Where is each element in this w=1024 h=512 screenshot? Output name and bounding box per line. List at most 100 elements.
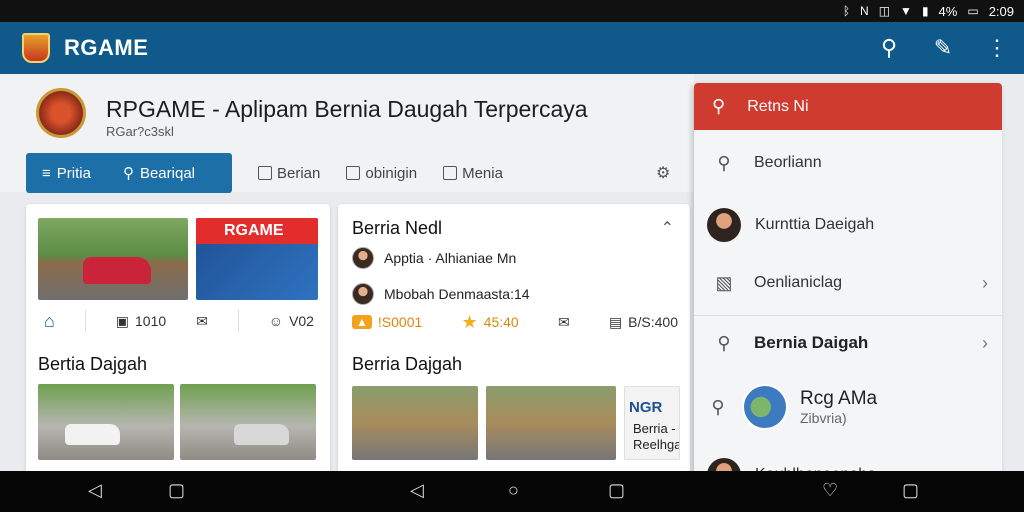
home-icon[interactable]: ⌂: [44, 311, 55, 332]
news-image-car[interactable]: [38, 218, 188, 300]
panel-header[interactable]: ⚲ Retns Ni: [694, 83, 1002, 130]
comment-icon[interactable]: ✉: [558, 314, 570, 331]
star-icon: ★: [461, 311, 478, 332]
panel-item-rcg[interactable]: ⚲ Rcg AMa Zibvria): [694, 379, 1002, 435]
tab-pritia[interactable]: ≡ Pritia: [26, 165, 107, 182]
news-thumb-2[interactable]: [180, 384, 316, 460]
recents-icon[interactable]: ▢: [608, 480, 625, 501]
tab-label: obinigin: [365, 164, 418, 182]
tab-bar: ≡ Pritia ⚲ Beariqal Berian obinigin Meni…: [26, 153, 503, 193]
data-icon: ▮: [921, 4, 929, 18]
vibrate-icon: ◫: [878, 4, 891, 18]
heart-icon[interactable]: ♡: [822, 480, 838, 501]
person-name: Mbobah Denmaasta:14: [384, 286, 530, 302]
battery-level: 4%: [938, 3, 958, 19]
news-thumb-1[interactable]: [38, 384, 174, 460]
panel-item-beorliann[interactable]: ⚲ Beorliann: [694, 143, 1002, 183]
nfc-icon: N: [860, 4, 869, 18]
page-title: RPGAME - Aplipam Bernia Daugah Terpercay…: [106, 96, 588, 122]
panel-item-label: Rcg AMa: [800, 388, 878, 409]
chevron-right-icon: ›: [982, 332, 988, 353]
stat-value: 1010: [135, 313, 167, 329]
stat-value: 45:40: [483, 314, 519, 330]
checkbox-icon: [258, 166, 272, 180]
app-logo: [22, 33, 50, 63]
gift-icon: ▧: [715, 272, 733, 293]
list-icon: ≡: [42, 164, 51, 182]
panel-item-text: Rcg AMa Zibvria): [800, 388, 877, 426]
news-thumb-4[interactable]: [486, 386, 616, 460]
system-nav-bar: ◁ ▢ ◁ ○ ▢ ♡ ▢: [0, 471, 1024, 512]
tab-label: Berian: [277, 164, 321, 182]
wifi-icon: ▼: [900, 4, 912, 18]
back-icon[interactable]: ◁: [88, 480, 102, 501]
side-panel: ⚲ Retns Ni ⚲ Beorliann Kurnttia Daeigah …: [694, 83, 1002, 483]
more-vert-icon[interactable]: ⋮: [984, 35, 1010, 61]
news-thumb-3[interactable]: [352, 386, 478, 460]
stat-share: ▤ B/S:400: [609, 314, 678, 331]
panel-item-oenlianiclag[interactable]: ▧ Oenlianiclag ›: [694, 263, 1002, 303]
banner-text: RGAME: [196, 218, 318, 244]
person-row[interactable]: Apptia · Alhianiae Mn: [352, 247, 516, 269]
panel-item-label: Oenlianiclag: [754, 274, 843, 291]
comment-icon[interactable]: ✉: [196, 313, 208, 330]
recents-icon[interactable]: ▢: [902, 480, 919, 501]
page-subtitle: RGar?c3skl: [106, 124, 174, 139]
tab-label: Menia: [462, 164, 503, 182]
card-stats: ▲ !S0001 ★ 45:40 ✉ ▤ B/S:400: [352, 310, 678, 334]
badge-icon: ▲: [352, 315, 372, 329]
avatar: [352, 283, 374, 305]
panel-header-label: Retns Ni: [747, 97, 809, 115]
settings-icon[interactable]: ⚙: [656, 163, 670, 183]
search-icon: ⚲: [712, 96, 726, 116]
avatar: [707, 208, 741, 242]
recents-icon[interactable]: ▢: [168, 480, 185, 501]
news-thumb-sign[interactable]: NGR Berria - Reelhga: [624, 386, 680, 460]
panel-item-kurnttia[interactable]: Kurnttia Daeigah: [694, 203, 1002, 247]
card-title: Berria Nedl: [352, 218, 443, 238]
bookmark-icon: ▤: [608, 313, 623, 330]
search-icon: ⚲: [711, 396, 725, 417]
tab-beariqal[interactable]: ⚲ Beariqal: [107, 164, 211, 183]
section-title: Bertia Dajgah: [38, 354, 148, 374]
search-icon: ⚲: [122, 165, 134, 182]
chat-icon[interactable]: ✎: [930, 35, 956, 61]
user-icon: ☺: [268, 313, 284, 329]
status-bar: ᛒ N ◫ ▼ ▮ 4% ▭ 2:09: [0, 0, 1024, 22]
section-title: Berria Dajgah: [352, 354, 463, 374]
seal-logo: [36, 88, 86, 138]
search-icon[interactable]: ⚲: [876, 35, 902, 61]
home-icon[interactable]: ○: [508, 480, 519, 501]
avatar: [352, 247, 374, 269]
app-bar: RGAME ⚲ ✎ ⋮: [0, 22, 1024, 74]
sign-line-2: Reelhga: [633, 437, 680, 452]
panel-item-bernia[interactable]: ⚲ Bernia Daigah ›: [694, 323, 1002, 363]
news-card-left[interactable]: RGAME ⌂ ▣ 1010 ✉ ☺ V02 Bertia Dajgah: [26, 204, 330, 474]
back-icon[interactable]: ◁: [410, 480, 424, 501]
stat-rating: ★ 45:40: [462, 312, 519, 333]
clock: 2:09: [988, 3, 1014, 19]
person-row[interactable]: Mbobah Denmaasta:14: [352, 283, 530, 305]
tab-obinigin[interactable]: obinigin: [346, 165, 417, 182]
search-icon: ⚲: [717, 332, 731, 353]
sign-title: NGR: [629, 399, 663, 416]
stat-value: V02: [289, 313, 314, 329]
divider: [84, 310, 86, 332]
battery-icon: ▭: [967, 4, 979, 18]
stat-views: ▣ 1010: [116, 313, 166, 330]
tab-berian[interactable]: Berian: [258, 165, 320, 182]
panel-item-label: Kurnttia Daeigah: [755, 216, 875, 233]
tab-group-active: ≡ Pritia ⚲ Beariqal: [26, 153, 232, 193]
person-name: Apptia · Alhianiae Mn: [384, 250, 517, 266]
tab-menia[interactable]: Menia: [443, 165, 503, 182]
sign-text: Berria - Reelhga: [633, 421, 680, 453]
news-card-right[interactable]: Berria Nedl ⌃ Apptia · Alhianiae Mn Mbob…: [338, 204, 690, 474]
news-image-banner[interactable]: RGAME: [196, 218, 318, 300]
divider: [237, 310, 239, 332]
panel-item-label: Bernia Daigah: [754, 333, 869, 352]
chevron-right-icon: ›: [982, 272, 988, 293]
app-title: RGAME: [64, 35, 149, 60]
chevron-up-icon[interactable]: ⌃: [661, 218, 674, 238]
card-stats: ⌂ ▣ 1010 ✉ ☺ V02: [44, 308, 314, 334]
sign-line-1: Berria -: [633, 421, 676, 436]
